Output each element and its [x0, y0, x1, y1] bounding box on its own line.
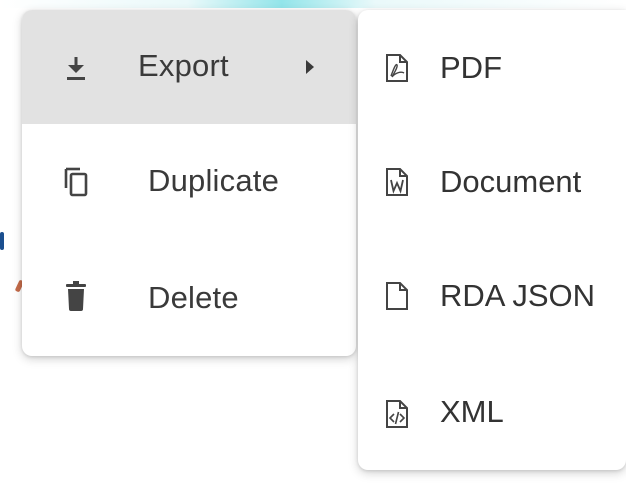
submenu-item-rda-json[interactable]: RDA JSON [358, 240, 626, 354]
menu-item-label: Duplicate [148, 163, 280, 198]
pdf-file-icon [384, 52, 410, 84]
trash-icon [58, 278, 94, 314]
menu-item-delete[interactable]: Delete [22, 240, 356, 354]
menu-item-export[interactable]: Export [22, 10, 356, 124]
export-submenu: PDF Document RDA JSON XML [358, 10, 626, 470]
menu-item-duplicate[interactable]: Duplicate [22, 126, 356, 240]
code-file-icon [384, 398, 410, 430]
blank-file-icon [384, 280, 410, 312]
word-document-icon [384, 166, 410, 198]
submenu-item-pdf[interactable]: PDF [358, 10, 626, 124]
submenu-item-label: PDF [440, 50, 502, 85]
background-header-strip [0, 0, 626, 8]
chevron-right-icon [300, 55, 320, 79]
submenu-item-label: RDA JSON [440, 278, 596, 313]
menu-item-label: Delete [148, 280, 239, 315]
context-menu: Export Duplicate Delete [22, 10, 356, 356]
submenu-item-document[interactable]: Document [358, 126, 626, 240]
download-icon [58, 50, 94, 86]
menu-item-label: Export [138, 48, 229, 83]
copy-icon [58, 164, 94, 200]
submenu-item-label: XML [440, 394, 504, 429]
background-partial-content [0, 232, 4, 250]
submenu-item-label: Document [440, 164, 582, 199]
submenu-item-xml[interactable]: XML [358, 356, 626, 470]
